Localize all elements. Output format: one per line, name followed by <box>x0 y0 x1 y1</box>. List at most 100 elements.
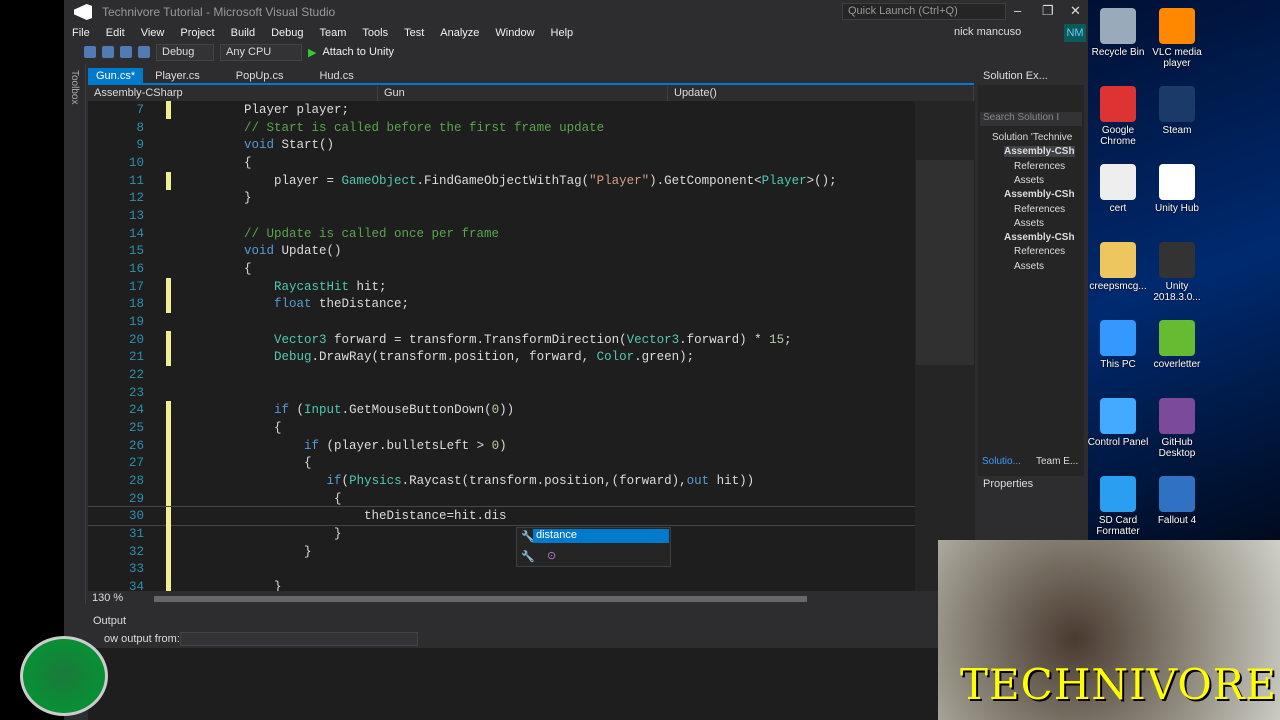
close-button[interactable]: ✕ <box>1070 3 1081 19</box>
output-source-select[interactable] <box>180 632 418 646</box>
quick-launch-input[interactable]: Quick Launch (Ctrl+Q) <box>842 3 1006 20</box>
code-line: 24 if (Input.GetMouseButtonDown(0)) <box>88 401 915 420</box>
output-content[interactable] <box>88 648 974 720</box>
desktop-icon-google[interactable]: Google Chrome <box>1087 86 1149 147</box>
wrench-icon: 🔧 <box>521 551 535 563</box>
restore-button[interactable]: ❐ <box>1042 3 1054 19</box>
desktop-icon-fallout[interactable]: Fallout 4 <box>1146 476 1208 526</box>
desktop-icon-this[interactable]: This PC <box>1087 320 1149 370</box>
line-number: 18 <box>128 297 144 312</box>
desktop-icon-cert[interactable]: cert <box>1087 164 1149 214</box>
line-number: 14 <box>128 226 144 241</box>
desktop-icon-control[interactable]: Control Panel <box>1087 398 1149 448</box>
autocomplete-item[interactable]: distance <box>533 529 669 543</box>
cert-icon <box>1100 164 1136 200</box>
code-token: 15 <box>769 332 785 347</box>
menu-item-debug[interactable]: Debug <box>263 27 311 39</box>
menu-item-project[interactable]: Project <box>172 27 222 39</box>
change-marker <box>166 171 171 190</box>
code-text: void Start() <box>184 136 334 154</box>
assets-folder[interactable]: Assets <box>1014 218 1044 229</box>
fallout-icon <box>1159 476 1195 512</box>
desktop-icon-github[interactable]: GitHub Desktop <box>1146 398 1208 459</box>
user-name[interactable]: nick mancuso <box>954 26 1021 38</box>
toolbox-strip[interactable]: Toolbox <box>64 64 86 604</box>
menu-item-tools[interactable]: Tools <box>354 27 396 39</box>
code-line: 18 float theDistance; <box>88 295 915 314</box>
menu-item-help[interactable]: Help <box>543 27 582 39</box>
project-dropdown[interactable]: Assembly-CSharp <box>88 86 378 102</box>
code-token: Input <box>304 403 342 418</box>
back-icon[interactable] <box>84 46 96 58</box>
desktop-icon-steam[interactable]: Steam <box>1146 86 1208 136</box>
config-select[interactable]: Debug <box>156 43 214 61</box>
menu-item-analyze[interactable]: Analyze <box>432 27 487 39</box>
code-line: 33 <box>88 560 915 579</box>
tab-solution-explorer[interactable]: Solutio... <box>982 456 1021 467</box>
code-token: { <box>184 491 342 506</box>
desktop-icon-creepsmcg[interactable]: creepsmcg... <box>1087 242 1149 292</box>
change-marker <box>166 578 171 591</box>
tab-hudcs[interactable]: Hud.cs <box>311 68 361 83</box>
desktop-icon-recycle[interactable]: Recycle Bin <box>1087 8 1149 58</box>
horizontal-scroll-thumb[interactable] <box>154 596 807 602</box>
assets-folder[interactable]: Assets <box>1014 261 1044 272</box>
desktop-icon-coverletter[interactable]: coverletter <box>1146 320 1208 370</box>
line-number: 7 <box>136 103 144 117</box>
class-dropdown[interactable]: Gun <box>378 86 668 102</box>
menu-item-edit[interactable]: Edit <box>98 27 133 39</box>
code-line: 7 Player player; <box>88 101 915 119</box>
menu-item-build[interactable]: Build <box>223 27 263 39</box>
code-token: .forward) * <box>679 332 770 347</box>
desktop-icon-unity[interactable]: Unity Hub <box>1146 164 1208 214</box>
undo-icon[interactable] <box>138 46 150 58</box>
code-text: // Update is called once per frame <box>184 225 499 243</box>
project-node[interactable]: Assembly-CSh <box>1004 232 1075 243</box>
solution-node[interactable]: Solution 'Technive <box>992 132 1072 143</box>
tab-playercs[interactable]: Player.cs <box>147 68 208 83</box>
play-icon[interactable]: ▶ <box>308 46 316 59</box>
menu-item-team[interactable]: Team <box>312 27 355 39</box>
user-avatar[interactable]: NM <box>1064 24 1086 42</box>
references-node[interactable]: References <box>1014 161 1065 172</box>
desktop-icon-unity[interactable]: Unity 2018.3.0... <box>1146 242 1208 303</box>
code-token: RaycastHit <box>274 279 350 294</box>
change-marker <box>166 542 171 561</box>
unity-icon <box>1159 164 1195 200</box>
member-dropdown[interactable]: Update() <box>668 86 974 102</box>
zoom-level[interactable]: 130 % <box>88 592 123 604</box>
tab-team-explorer[interactable]: Team E... <box>1036 456 1078 467</box>
project-node[interactable]: Assembly-CSh <box>1004 146 1075 158</box>
references-node[interactable]: References <box>1014 204 1065 215</box>
tab-popupcs[interactable]: PopUp.cs <box>228 68 292 83</box>
menu-item-window[interactable]: Window <box>487 27 542 39</box>
attach-button[interactable]: Attach to Unity <box>322 46 394 58</box>
platform-select[interactable]: Any CPU <box>220 43 302 61</box>
code-token: // Update is called once per frame <box>244 226 500 241</box>
project-node[interactable]: Assembly-CSh <box>1004 189 1075 200</box>
snippet-icon[interactable]: ⊙ <box>547 549 556 562</box>
code-token: } <box>184 544 312 559</box>
minimize-button[interactable]: – <box>1014 3 1021 18</box>
assets-folder[interactable]: Assets <box>1014 175 1044 186</box>
menu-item-file[interactable]: File <box>64 27 98 39</box>
tab-guncs[interactable]: Gun.cs* <box>88 68 144 83</box>
desktop-icon-vlc[interactable]: VLC media player <box>1146 8 1208 69</box>
code-line: 17 RaycastHit hit; <box>88 277 915 296</box>
references-node[interactable]: References <box>1014 246 1065 257</box>
line-number: 23 <box>128 385 144 400</box>
desktop-icon-label: Recycle Bin <box>1091 47 1145 58</box>
solution-search-input[interactable]: Search Solution I <box>980 112 1082 126</box>
new-project-icon[interactable] <box>102 46 114 58</box>
toolbar: Debug Any CPU ▶ Attach to Unity <box>84 43 394 61</box>
menu-item-test[interactable]: Test <box>396 27 432 39</box>
code-line: 16 { <box>88 260 915 278</box>
desktop-icon-sd[interactable]: SD Card Formatter <box>1087 476 1149 537</box>
code-editor[interactable]: 7 Player player; 8 // Start is called bef… <box>88 101 915 591</box>
menu-item-view[interactable]: View <box>133 27 173 39</box>
scrollbar-thumb[interactable] <box>916 160 974 365</box>
save-icon[interactable] <box>120 46 132 58</box>
solution-explorer-title: Solution Ex... <box>978 68 1084 85</box>
